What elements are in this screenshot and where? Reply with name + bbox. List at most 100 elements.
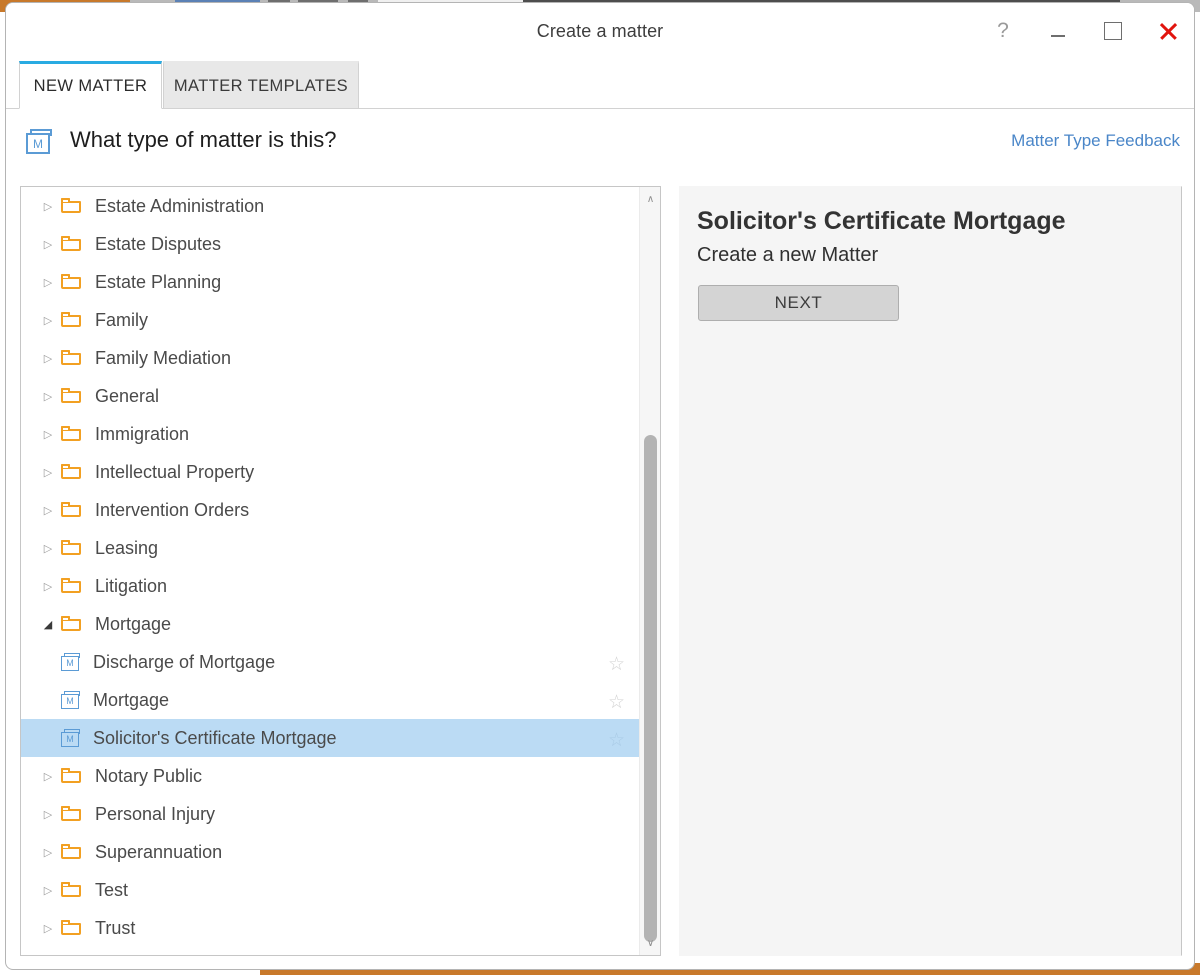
expand-arrow-icon[interactable]: ▷: [35, 504, 61, 517]
question-mark-icon: ?: [997, 19, 1009, 42]
tree-row[interactable]: ◢ Mortgage: [21, 605, 639, 643]
favourite-star-icon[interactable]: ☆: [608, 691, 625, 714]
folder-icon: [61, 881, 83, 899]
tree-row[interactable]: M Discharge of Mortgage ☆: [21, 643, 639, 681]
tree-row[interactable]: ▷ Immigration: [21, 415, 639, 453]
folder-icon: [61, 197, 83, 215]
tree-row-label: Leasing: [95, 537, 159, 558]
expand-arrow-icon[interactable]: ▷: [35, 352, 61, 365]
matter-icon: M: [61, 690, 82, 710]
expand-arrow-icon[interactable]: ▷: [35, 314, 61, 327]
matter-type-icon: M: [26, 129, 54, 155]
collapse-arrow-icon[interactable]: ◢: [35, 618, 61, 631]
tab-bar: NEW MATTER MATTER TEMPLATES: [6, 61, 1194, 109]
tree-row[interactable]: M Solicitor's Certificate Mortgage ☆: [21, 719, 639, 757]
minimize-button[interactable]: [1036, 13, 1080, 49]
expand-arrow-icon[interactable]: ▷: [35, 846, 61, 859]
expand-arrow-icon[interactable]: ▷: [35, 238, 61, 251]
tree-row-label: Estate Disputes: [95, 233, 222, 254]
question-header: M What type of matter is this? Matter Ty…: [6, 109, 1194, 169]
title-bar: Create a matter ?: [6, 3, 1194, 61]
tree-row[interactable]: ▷ Family Mediation: [21, 339, 639, 377]
close-button[interactable]: [1146, 13, 1190, 49]
tree-row[interactable]: ▷ Family: [21, 301, 639, 339]
expand-arrow-icon[interactable]: ▷: [35, 276, 61, 289]
folder-icon: [61, 463, 83, 481]
dialog-body: ▷ Estate Administration ▷ Estate Disputes ▷ E…: [20, 186, 1182, 956]
tree-row[interactable]: ▷ Estate Administration: [21, 187, 639, 225]
folder-icon: [61, 387, 83, 405]
tree-row-label: Personal Injury: [95, 803, 216, 824]
tab-matter-templates[interactable]: MATTER TEMPLATES: [163, 61, 359, 109]
tree-row-label: Mortgage: [93, 689, 170, 710]
tree-row[interactable]: ▷ Leasing: [21, 529, 639, 567]
folder-icon: [61, 577, 83, 595]
folder-icon: [61, 235, 83, 253]
scroll-up-icon[interactable]: ∧: [640, 189, 660, 209]
maximize-icon: [1104, 22, 1122, 40]
help-button[interactable]: ?: [981, 13, 1025, 49]
matter-icon-letter: M: [61, 731, 79, 747]
tree-row-label: Superannuation: [95, 841, 223, 862]
scroll-down-icon[interactable]: ∨: [640, 933, 660, 953]
expand-arrow-icon[interactable]: ▷: [35, 200, 61, 213]
folder-icon: [61, 425, 83, 443]
tree-row[interactable]: M Mortgage ☆: [21, 681, 639, 719]
matter-icon-letter: M: [61, 655, 79, 671]
tree-row[interactable]: ▷ Intellectual Property: [21, 453, 639, 491]
matter-type-feedback-link[interactable]: Matter Type Feedback: [1011, 131, 1180, 151]
tree-row[interactable]: ▷ General: [21, 377, 639, 415]
folder-icon: [61, 349, 83, 367]
tree-row[interactable]: ▷ Estate Planning: [21, 263, 639, 301]
matter-type-tree: ▷ Estate Administration ▷ Estate Disputes ▷ E…: [21, 187, 639, 947]
matter-icon-letter: M: [26, 133, 50, 154]
tree-row-label: Estate Planning: [95, 271, 222, 292]
expand-arrow-icon[interactable]: ▷: [35, 466, 61, 479]
tree-row[interactable]: ▷ Personal Injury: [21, 795, 639, 833]
next-button[interactable]: NEXT: [698, 285, 899, 321]
expand-arrow-icon[interactable]: ▷: [35, 428, 61, 441]
tree-row-label: Family Mediation: [95, 347, 232, 368]
create-a-matter-dialog: Create a matter ? NEW MATTER MATTER TEMP…: [5, 2, 1195, 970]
tree-row[interactable]: ▷ Trust: [21, 909, 639, 947]
tree-row-label: Estate Administration: [95, 195, 265, 216]
favourite-star-icon[interactable]: ☆: [608, 729, 625, 752]
tree-row-label: Immigration: [95, 423, 190, 444]
expand-arrow-icon[interactable]: ▷: [35, 808, 61, 821]
tree-row-label: Test: [95, 879, 129, 900]
tree-row-label: Discharge of Mortgage: [93, 651, 276, 672]
tab-new-matter[interactable]: NEW MATTER: [19, 61, 162, 109]
folder-icon: [61, 539, 83, 557]
tree-row-label: Solicitor's Certificate Mortgage: [93, 727, 337, 748]
favourite-star-icon[interactable]: ☆: [608, 653, 625, 676]
folder-icon: [61, 767, 83, 785]
expand-arrow-icon[interactable]: ▷: [35, 390, 61, 403]
expand-arrow-icon[interactable]: ▷: [35, 884, 61, 897]
folder-icon: [61, 843, 83, 861]
detail-title: Solicitor's Certificate Mortgage: [697, 207, 1066, 235]
scrollbar-thumb[interactable]: [644, 435, 657, 942]
maximize-button[interactable]: [1091, 13, 1135, 49]
expand-arrow-icon[interactable]: ▷: [35, 542, 61, 555]
page-title: What type of matter is this?: [70, 127, 337, 152]
tree-row[interactable]: ▷ Test: [21, 871, 639, 909]
folder-icon: [61, 501, 83, 519]
tab-matter-templates-label: MATTER TEMPLATES: [173, 76, 349, 95]
tree-row-label: Family: [95, 309, 148, 330]
tree-scrollbar[interactable]: ∧ ∨: [639, 187, 660, 955]
tree-row[interactable]: ▷ Intervention Orders: [21, 491, 639, 529]
tree-row[interactable]: ▷ Estate Disputes: [21, 225, 639, 263]
expand-arrow-icon[interactable]: ▷: [35, 580, 61, 593]
tree-row-label: Intellectual Property: [95, 461, 255, 482]
matter-detail-pane: Solicitor's Certificate Mortgage Create …: [679, 186, 1182, 956]
tree-row[interactable]: ▷ Superannuation: [21, 833, 639, 871]
folder-icon: [61, 919, 83, 937]
tree-row[interactable]: ▷ Litigation: [21, 567, 639, 605]
tree-row[interactable]: ▷ Notary Public: [21, 757, 639, 795]
expand-arrow-icon[interactable]: ▷: [35, 770, 61, 783]
folder-icon: [61, 805, 83, 823]
matter-icon-letter: M: [61, 693, 79, 709]
expand-arrow-icon[interactable]: ▷: [35, 922, 61, 935]
detail-subtitle: Create a new Matter: [697, 244, 879, 266]
tree-row-label: Trust: [95, 917, 136, 938]
